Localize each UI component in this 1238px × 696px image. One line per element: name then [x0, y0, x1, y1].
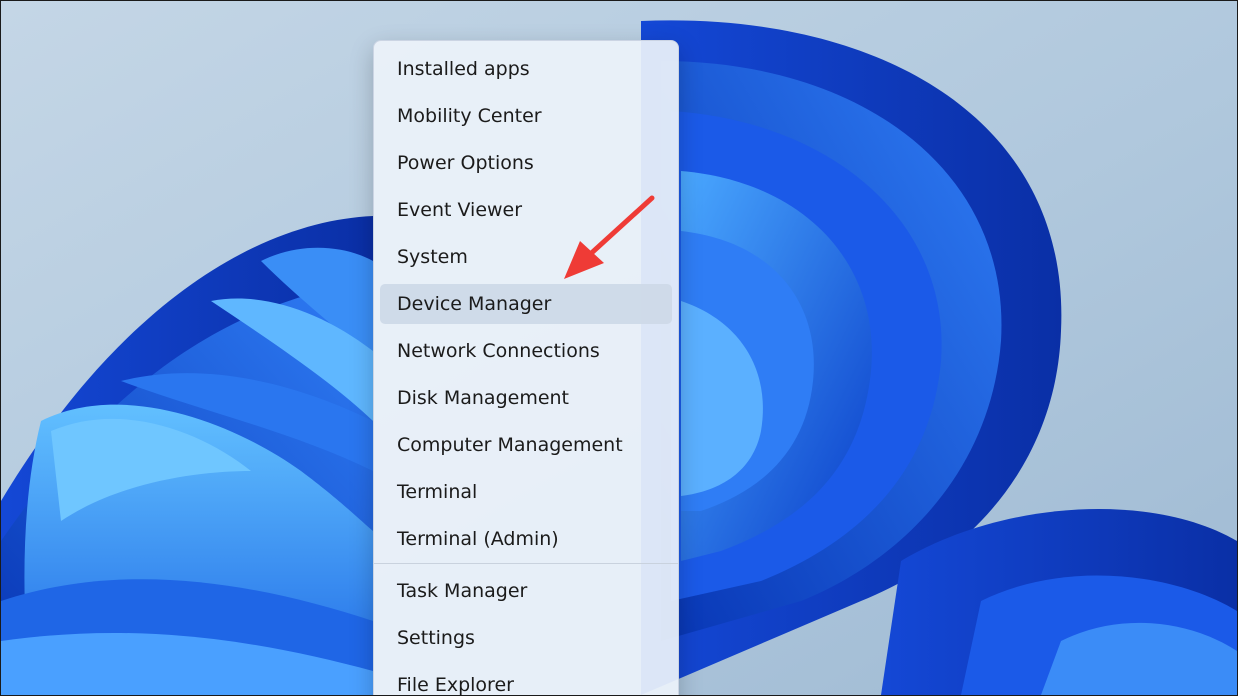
menu-item-system[interactable]: System: [380, 237, 672, 277]
menu-item-mobility-center[interactable]: Mobility Center: [380, 96, 672, 136]
screenshot-frame: Installed apps Mobility Center Power Opt…: [0, 0, 1238, 696]
menu-item-file-explorer[interactable]: File Explorer: [380, 665, 672, 695]
menu-item-network-connections[interactable]: Network Connections: [380, 331, 672, 371]
menu-item-terminal[interactable]: Terminal: [380, 472, 672, 512]
menu-item-task-manager[interactable]: Task Manager: [380, 571, 672, 611]
menu-item-installed-apps[interactable]: Installed apps: [380, 49, 672, 89]
menu-item-device-manager[interactable]: Device Manager: [380, 284, 672, 324]
menu-separator: [374, 563, 678, 564]
winx-context-menu: Installed apps Mobility Center Power Opt…: [373, 40, 679, 695]
menu-item-disk-management[interactable]: Disk Management: [380, 378, 672, 418]
menu-item-power-options[interactable]: Power Options: [380, 143, 672, 183]
menu-item-computer-management[interactable]: Computer Management: [380, 425, 672, 465]
menu-item-settings[interactable]: Settings: [380, 618, 672, 658]
menu-item-event-viewer[interactable]: Event Viewer: [380, 190, 672, 230]
menu-item-terminal-admin[interactable]: Terminal (Admin): [380, 519, 672, 559]
